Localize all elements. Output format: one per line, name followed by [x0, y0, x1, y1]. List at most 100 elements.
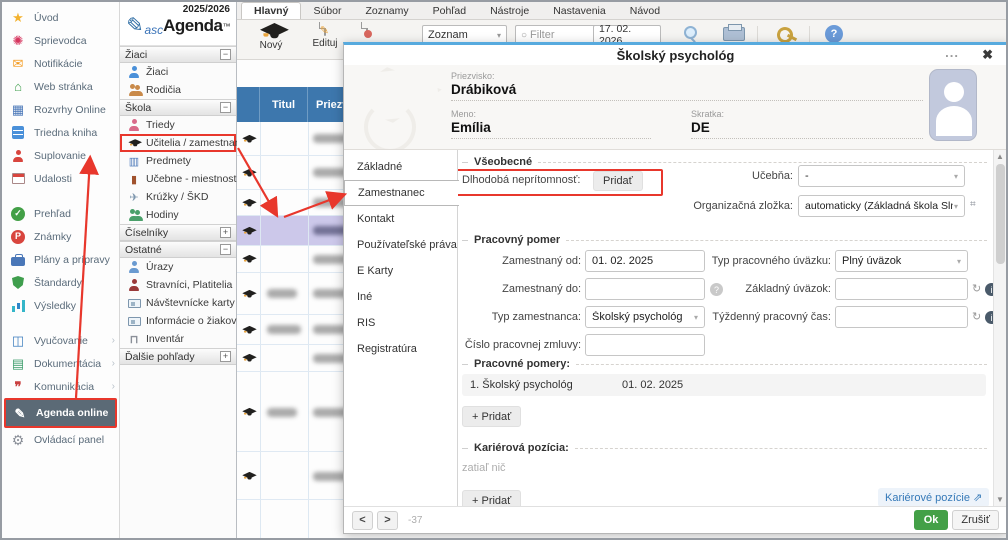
karierove-pozicie-link[interactable]: Kariérové pozície ⇗	[878, 488, 989, 506]
sidebar-item-standardy[interactable]: Štandardy	[2, 271, 119, 294]
tree-section-ostatne[interactable]: Ostatné−	[120, 241, 236, 258]
zakladny-uvazok-input[interactable]	[835, 278, 968, 300]
tree-item-ucitelia-zamestnanci[interactable]: Učitelia / zamestnanci	[120, 134, 236, 152]
typ-uvazku-select[interactable]: Plný úväzok▾	[835, 250, 968, 272]
sidebar-item-sprievodca[interactable]: ✺Sprievodca	[2, 29, 119, 52]
menu-nastavenia[interactable]: Nastavenia	[541, 2, 618, 19]
edit-button[interactable]: ✎ Edituj	[303, 23, 347, 49]
skratka-value[interactable]: DE	[691, 119, 923, 139]
tree-item-inventar[interactable]: ⊓Inventár	[120, 330, 236, 348]
menu-zoznamy[interactable]: Zoznamy	[353, 2, 420, 19]
tree-item-stravnici[interactable]: Stravníci, Platitelia	[120, 276, 236, 294]
menu-pohlad[interactable]: Pohľad	[421, 2, 478, 19]
tree-item-ziaci[interactable]: Žiaci	[120, 63, 236, 81]
cislo-zmluvy-input[interactable]	[585, 334, 705, 356]
sidebar-item-komunikacia[interactable]: ❞Komunikácia›	[2, 375, 119, 398]
scroll-up-icon[interactable]: ▲	[994, 152, 1006, 161]
expand-icon[interactable]: +	[220, 227, 231, 238]
tab-kontakt[interactable]: Kontakt	[344, 206, 457, 232]
delete-button[interactable]	[345, 23, 389, 35]
chevron-right-icon: ›	[112, 381, 115, 392]
tab-pouzivatelske-prava[interactable]: Používateľské práva	[344, 232, 457, 258]
tree-section-skola[interactable]: Škola−	[120, 99, 236, 116]
password-button[interactable]	[772, 23, 802, 44]
tree-item-triedy[interactable]: Triedy	[120, 116, 236, 134]
sidebar-item-vyucovanie[interactable]: ◫Vyučovanie›	[2, 329, 119, 352]
sidebar-item-plany[interactable]: Plány a prípravy	[2, 248, 119, 271]
sidebar-item-web-stranka[interactable]: ⌂Web stránka	[2, 75, 119, 98]
cancel-button[interactable]: Zrušiť	[952, 510, 999, 530]
zamestnany-do-input[interactable]	[585, 278, 705, 300]
kariera-add-button[interactable]: + Pridať	[462, 490, 521, 506]
calendar-icon	[10, 172, 26, 186]
ucebna-label: Učebňa:	[693, 165, 793, 187]
avatar[interactable]	[929, 69, 977, 141]
sidebar-item-vysledky[interactable]: Výsledky	[2, 294, 119, 317]
typ-zamestnanca-select[interactable]: Školský psychológ▾	[585, 306, 705, 328]
header-icon-col[interactable]	[237, 87, 260, 122]
new-button[interactable]: Nový	[249, 23, 293, 51]
sidebar-item-rozvrhy-online[interactable]: ▦Rozvrhy Online	[2, 98, 119, 121]
sidebar-item-ovladaci-panel[interactable]: ⚙Ovládací panel	[2, 428, 119, 451]
meno-value[interactable]: Emília	[451, 119, 651, 139]
dialog-scrollbar[interactable]: ▲ ▼	[993, 150, 1006, 506]
tree-item-navstevnicke-karty[interactable]: Návštevnícke karty	[120, 294, 236, 312]
org-detail-icon[interactable]: ⌗	[970, 199, 976, 210]
tree-item-urazy[interactable]: Úrazy	[120, 258, 236, 276]
org-zlozka-select[interactable]: automaticky (Základná škola Sln...▾	[798, 195, 965, 217]
tree-item-rodicia[interactable]: Rodičia	[120, 81, 236, 99]
sidebar-item-dokumentacia[interactable]: ▤Dokumentácia›	[2, 352, 119, 375]
tab-zakladne[interactable]: Základné	[344, 154, 457, 180]
ucebna-select[interactable]: -▾	[798, 165, 965, 187]
sidebar-item-znamky[interactable]: PZnámky	[2, 225, 119, 248]
sidebar-item-udalosti[interactable]: Udalosti	[2, 167, 119, 190]
dlhodoba-pridat-button[interactable]: Pridať	[593, 171, 643, 191]
dialog-options-icon[interactable]: ...	[945, 45, 959, 60]
menu-hlavny[interactable]: Hlavný	[241, 2, 301, 19]
scroll-down-icon[interactable]: ▼	[994, 495, 1006, 504]
tab-registratura[interactable]: Registratúra	[344, 336, 457, 362]
tree-section-ciselniky[interactable]: Číselníky+	[120, 224, 236, 241]
tyzdenny-cas-input[interactable]	[835, 306, 968, 328]
collapse-icon[interactable]: −	[220, 102, 231, 113]
tree-item-hodiny[interactable]: Hodiny	[120, 206, 236, 224]
sidebar-item-agenda-online[interactable]: ✎Agenda online	[4, 398, 117, 428]
tree-item-kruzky[interactable]: ✈Krúžky / ŠKD	[120, 188, 236, 206]
print-button[interactable]	[719, 23, 749, 44]
sidebar-item-uvod[interactable]: ★Úvod	[2, 6, 119, 29]
tree-item-ucebne[interactable]: ▮Učebne - miestnosti	[120, 170, 236, 188]
sidebar-item-suplovanie[interactable]: Suplovanie	[2, 144, 119, 167]
refresh-icon[interactable]: ↻	[972, 282, 981, 295]
prev-record-button[interactable]: <	[352, 511, 373, 530]
menu-nastroje[interactable]: Nástroje	[478, 2, 541, 19]
employee-dialog: Školský psychológ ... ✖ Priezvisko: Dráb…	[343, 42, 1008, 534]
header-titul[interactable]: Titul	[260, 87, 308, 122]
tab-zamestnanec[interactable]: Zamestnanec	[344, 180, 459, 206]
scroll-thumb[interactable]	[996, 164, 1005, 264]
tab-ris[interactable]: RIS	[344, 310, 457, 336]
tab-ine[interactable]: Iné	[344, 284, 457, 310]
sidebar-item-notifikacie[interactable]: ✉Notifikácie	[2, 52, 119, 75]
next-record-button[interactable]: >	[377, 511, 398, 530]
watermark-cap-icon	[344, 65, 450, 150]
pomery-add-button[interactable]: + Pridať	[462, 406, 521, 427]
collapse-icon[interactable]: −	[220, 244, 231, 255]
pomer-row[interactable]: 1. Školský psychológ 01. 02. 2025	[462, 374, 986, 396]
ok-button[interactable]: Ok	[914, 510, 949, 530]
sidebar-item-prehlad[interactable]: ✓Prehľad	[2, 202, 119, 225]
collapse-icon[interactable]: −	[220, 49, 231, 60]
tree-item-predmety[interactable]: ▥Predmety	[120, 152, 236, 170]
tree-item-informacie-o-ziakovi[interactable]: Informácie o žiakovi	[120, 312, 236, 330]
close-icon[interactable]: ✖	[982, 47, 993, 63]
tree-section-dalsie-pohlady[interactable]: Ďalšie pohľady+	[120, 348, 236, 365]
menu-navod[interactable]: Návod	[618, 2, 672, 19]
menu-subor[interactable]: Súbor	[301, 2, 353, 19]
expand-icon[interactable]: +	[220, 351, 231, 362]
tab-e-karty[interactable]: E Karty	[344, 258, 457, 284]
sidebar-item-triedna-kniha[interactable]: Triedna kniha	[2, 121, 119, 144]
zamestnany-od-input[interactable]: 01. 02. 2025	[585, 250, 705, 272]
help-button[interactable]: ?	[819, 23, 849, 43]
refresh-icon[interactable]: ↻	[972, 310, 981, 323]
tree-section-ziaci[interactable]: Žiaci−	[120, 46, 236, 63]
priezvisko-value[interactable]: Drábiková	[451, 81, 923, 101]
